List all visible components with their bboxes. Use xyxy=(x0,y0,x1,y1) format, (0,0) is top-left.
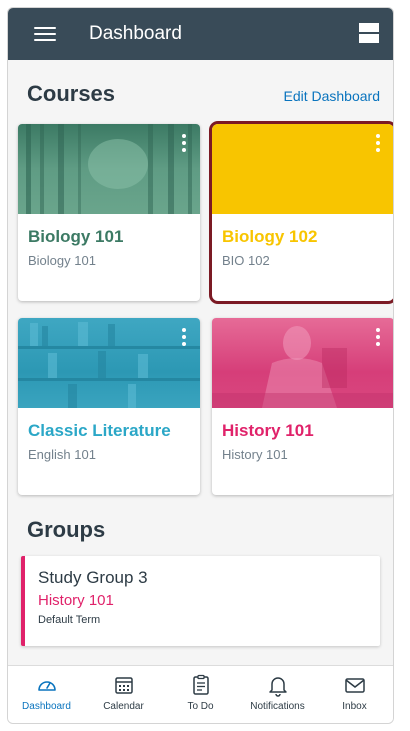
course-code: BIO 102 xyxy=(222,253,270,268)
card-overflow-menu-icon[interactable] xyxy=(182,134,186,152)
tab-notifications[interactable]: Notifications xyxy=(239,666,316,723)
group-term: Default Term xyxy=(38,614,101,626)
tab-label: Dashboard xyxy=(22,701,71,712)
todo-icon xyxy=(192,674,209,695)
course-card-image xyxy=(18,318,200,408)
hamburger-menu-icon[interactable] xyxy=(34,27,56,41)
forest-image xyxy=(26,124,192,214)
tab-label: Inbox xyxy=(342,701,367,712)
tab-inbox[interactable]: Inbox xyxy=(316,666,393,723)
tab-calendar[interactable]: Calendar xyxy=(85,666,162,723)
course-code: History 101 xyxy=(222,447,288,462)
books-image xyxy=(18,322,200,408)
courses-heading: Courses xyxy=(27,81,116,106)
course-title: History 101 xyxy=(222,421,314,440)
course-code: English 101 xyxy=(28,447,96,462)
app-screen: Dashboard Courses Edit Dashboard Biology… xyxy=(7,7,394,724)
course-title: Biology 101 xyxy=(28,227,124,246)
card-overflow-menu-icon[interactable] xyxy=(182,328,186,346)
group-course: History 101 xyxy=(38,592,114,609)
tab-label: To Do xyxy=(187,701,214,712)
layout-toggle-icon[interactable] xyxy=(359,23,379,43)
course-card-classic-literature[interactable]: Classic Literature English 101 xyxy=(18,318,200,495)
tab-dashboard[interactable]: Dashboard xyxy=(8,666,85,723)
course-card-image xyxy=(212,124,393,214)
statue-image xyxy=(212,326,393,408)
card-overflow-menu-icon[interactable] xyxy=(376,134,380,152)
bottom-tab-bar: Dashboard Calendar To Do Notifications I… xyxy=(8,665,393,723)
course-card-history-101[interactable]: History 101 History 101 xyxy=(212,318,393,495)
tab-label: Calendar xyxy=(103,701,144,712)
group-name: Study Group 3 xyxy=(38,568,148,587)
inbox-icon xyxy=(344,678,365,693)
course-code: Biology 101 xyxy=(28,253,96,268)
bell-icon xyxy=(268,677,287,697)
courses-header: Courses Edit Dashboard xyxy=(8,81,393,107)
course-card-biology-101[interactable]: Biology 101 Biology 101 xyxy=(18,124,200,301)
course-title: Classic Literature xyxy=(28,421,171,440)
page-title: Dashboard xyxy=(89,23,182,44)
edit-dashboard-link[interactable]: Edit Dashboard xyxy=(283,88,380,104)
calendar-icon xyxy=(114,677,133,694)
dashboard-icon xyxy=(37,681,56,691)
group-card[interactable]: Study Group 3 History 101 Default Term xyxy=(21,556,380,646)
app-bar: Dashboard xyxy=(8,8,393,60)
course-title: Biology 102 xyxy=(222,227,318,246)
card-overflow-menu-icon[interactable] xyxy=(376,328,380,346)
tab-todo[interactable]: To Do xyxy=(162,666,239,723)
groups-heading: Groups xyxy=(27,517,106,542)
course-card-biology-102[interactable]: Biology 102 BIO 102 xyxy=(212,124,393,301)
tab-label: Notifications xyxy=(250,701,305,712)
course-card-image xyxy=(212,318,393,408)
course-card-image xyxy=(18,124,200,214)
